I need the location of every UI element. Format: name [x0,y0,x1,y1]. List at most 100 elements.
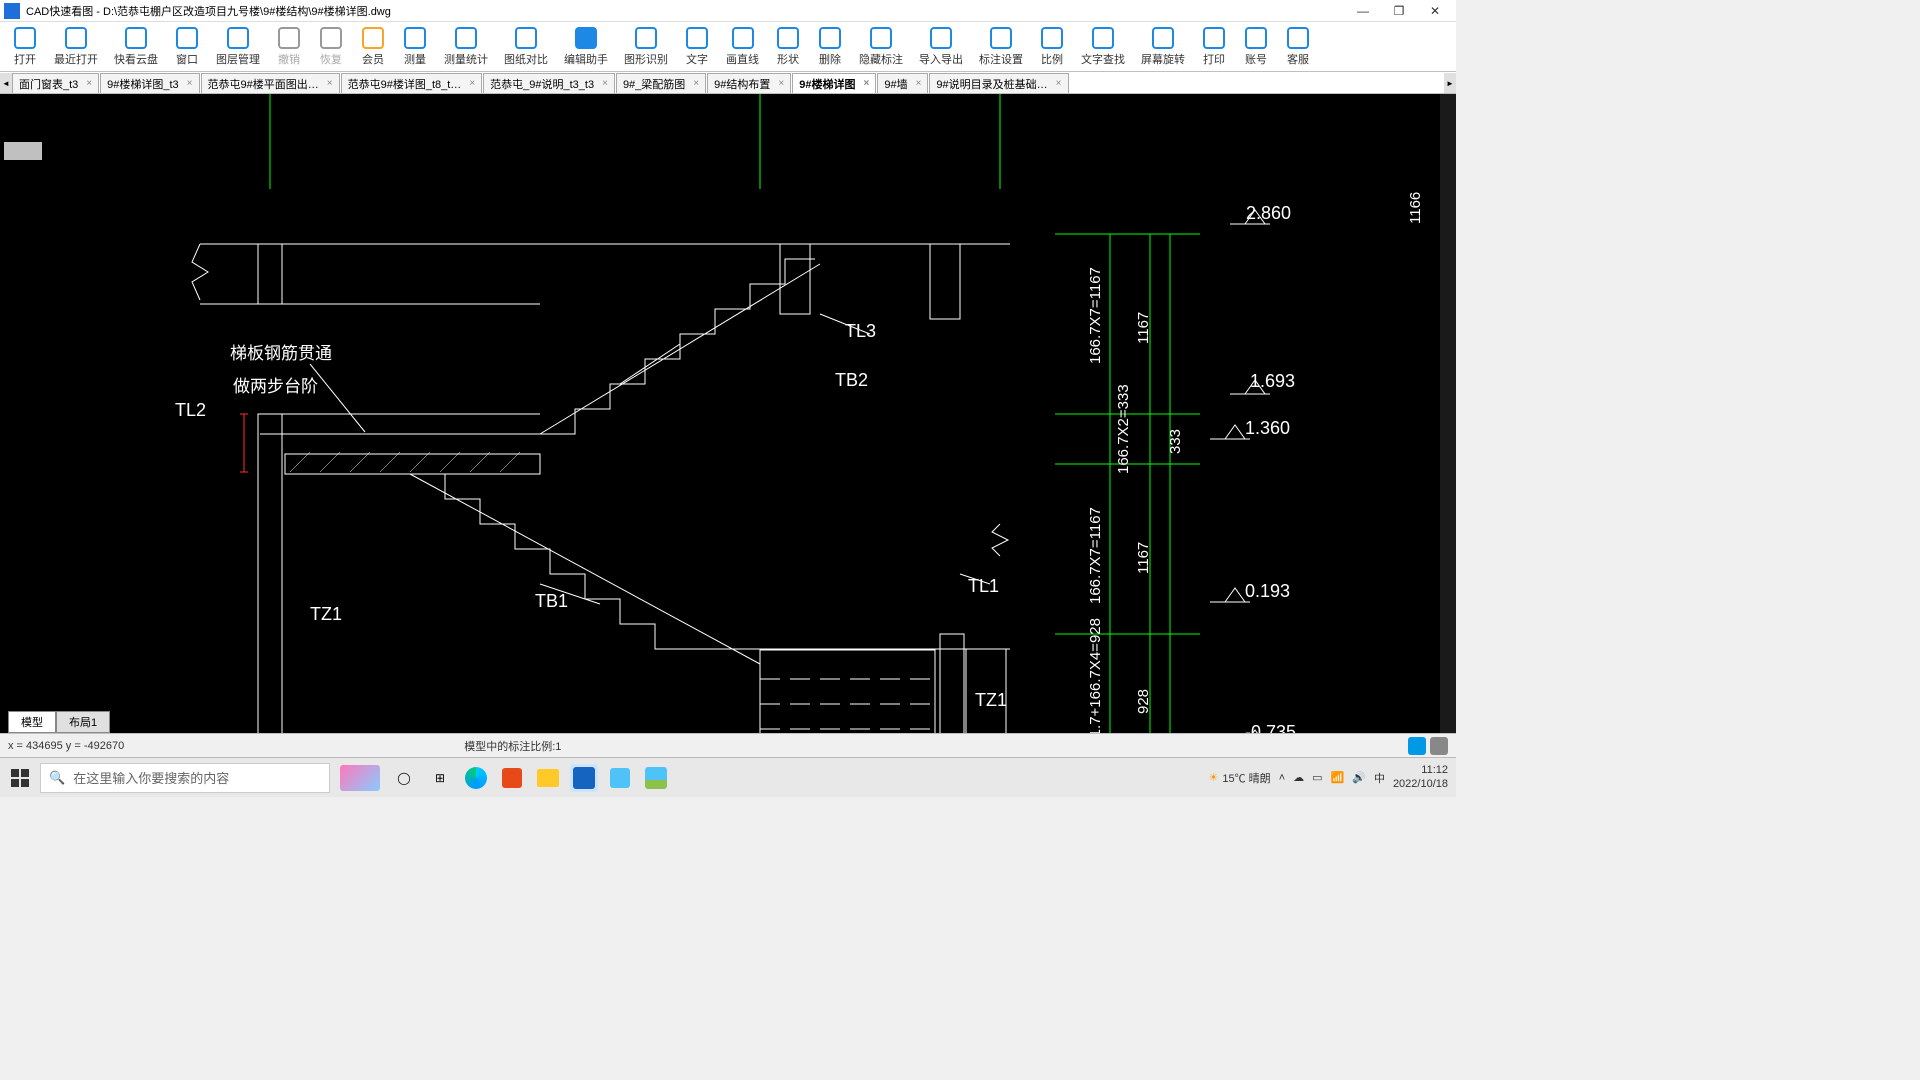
tab-label: 范恭屯_9#说明_t3_t3 [490,76,594,92]
doc-tab[interactable]: 范恭屯9#楼平面图出…× [201,73,340,93]
edithelp-icon [575,27,597,49]
toolbar-rotate[interactable]: 屏幕旋转 [1133,24,1193,69]
toolbar-line[interactable]: 画直线 [718,24,767,69]
toolbar-recent[interactable]: 最近打开 [46,24,106,69]
toolbar-redo[interactable]: 恢复 [310,24,352,69]
vip-label: 会员 [362,51,384,67]
doc-tab[interactable]: 范恭屯_9#说明_t3_t3 × [483,73,615,93]
tab-close-icon[interactable]: × [693,78,699,89]
taskbar-explorer[interactable] [534,764,562,792]
tab-close-icon[interactable]: × [778,78,784,89]
tab-layout1[interactable]: 布局1 [56,711,110,733]
toolbar-service[interactable]: 客服 [1277,24,1319,69]
toolbar-account[interactable]: 账号 [1235,24,1277,69]
delete-label: 删除 [819,51,841,67]
doc-tab[interactable]: 9#_梁配筋图× [616,73,706,93]
taskbar-taskview[interactable]: ◯ [390,764,418,792]
weather-widget[interactable]: ☀ 15℃ 晴朗 [1209,770,1271,786]
text-label: 文字 [686,51,708,67]
tab-scroll-left[interactable]: ◄ [0,73,12,93]
toolbar-print[interactable]: 打印 [1193,24,1235,69]
tray-wifi-icon[interactable]: 📶 [1331,771,1345,784]
rotate-icon [1152,27,1174,49]
minimize-button[interactable]: — [1354,2,1372,20]
windows-taskbar: 🔍 在这里输入你要搜索的内容 ◯ ⊞ ☀ 15℃ 晴朗 ˄ ☁ ▭ 📶 🔊 中 … [0,757,1456,797]
shape-icon [777,27,799,49]
toolbar-import[interactable]: 导入导出 [911,24,971,69]
taskbar-clock[interactable]: 11:12 2022/10/18 [1393,764,1448,790]
stats-label: 测量统计 [444,51,488,67]
toolbar-shape[interactable]: 形状 [767,24,809,69]
taskbar-search[interactable]: 🔍 在这里输入你要搜索的内容 [40,763,330,793]
maximize-button[interactable]: ❐ [1390,2,1408,20]
tab-close-icon[interactable]: × [327,78,333,89]
recent-icon [65,27,87,49]
tray-cloud-icon[interactable]: ☁ [1293,771,1304,784]
tab-close-icon[interactable]: × [469,78,475,89]
status-icon-1[interactable] [1408,737,1426,755]
doc-tab[interactable]: 面门窗表_t3× [12,73,99,93]
tab-close-icon[interactable]: × [1056,78,1062,89]
delete-icon [819,27,841,49]
compare-label: 图纸对比 [504,51,548,67]
ime-indicator[interactable]: 中 [1374,770,1385,786]
recent-label: 最近打开 [54,51,98,67]
taskbar-edge[interactable] [462,764,490,792]
svg-text:-0.735: -0.735 [1245,722,1296,733]
tab-close-icon[interactable]: × [86,78,92,89]
tab-close-icon[interactable]: × [187,78,193,89]
service-icon [1287,27,1309,49]
toolbar-annoset[interactable]: 标注设置 [971,24,1031,69]
toolbar-cloud[interactable]: 快看云盘 [106,24,166,69]
start-button[interactable] [0,758,40,798]
tab-scroll-right[interactable]: ► [1444,73,1456,93]
toolbar-hide[interactable]: 隐藏标注 [851,24,911,69]
doc-tab[interactable]: 9#楼梯详图× [792,73,876,93]
doc-tab[interactable]: 范恭屯9#楼详图_t8_t…× [341,73,483,93]
sun-icon: ☀ [1209,771,1219,784]
tab-close-icon[interactable]: × [916,78,922,89]
taskbar-cad[interactable] [570,764,598,792]
tab-model[interactable]: 模型 [8,711,56,733]
tab-close-icon[interactable]: × [602,78,608,89]
toolbar-text[interactable]: 文字 [676,24,718,69]
toolbar-compare[interactable]: 图纸对比 [496,24,556,69]
doc-tab[interactable]: 9#结构布置× [707,73,791,93]
toolbar-window[interactable]: 窗口 [166,24,208,69]
drawing-canvas[interactable]: TL2 TL3 TL1 TB1 TB2 TZ1 TZ1 梯板钢筋贯通 做两步台阶… [0,94,1456,733]
toolbar-edithelp[interactable]: 编辑助手 [556,24,616,69]
toolbar-open[interactable]: 打开 [4,24,46,69]
tray-volume-icon[interactable]: 🔊 [1352,771,1366,784]
svg-text:928: 928 [1135,689,1152,714]
toolbar-vip[interactable]: 会员 [352,24,394,69]
toolbar-findtext[interactable]: 文字查找 [1073,24,1133,69]
tray-battery-icon[interactable]: ▭ [1312,771,1322,784]
service-label: 客服 [1287,51,1309,67]
doc-tab[interactable]: 9#楼梯详图_t3× [100,73,199,93]
taskbar-photos[interactable] [642,764,670,792]
toolbar-undo[interactable]: 撤销 [268,24,310,69]
account-icon [1245,27,1267,49]
doc-tab[interactable]: 9#墙× [877,73,928,93]
toolbar-delete[interactable]: 删除 [809,24,851,69]
taskbar-cortana[interactable]: ⊞ [426,764,454,792]
toolbar-layer[interactable]: 图层管理 [208,24,268,69]
print-label: 打印 [1203,51,1225,67]
toolbar-stats[interactable]: 测量统计 [436,24,496,69]
line-icon [732,27,754,49]
svg-text:0.193: 0.193 [1245,581,1290,601]
ratio-label: 比例 [1041,51,1063,67]
tray-chevron-icon[interactable]: ˄ [1279,772,1285,784]
doc-tab[interactable]: 9#说明目录及桩基础…× [929,73,1068,93]
toolbar-ratio[interactable]: 比例 [1031,24,1073,69]
taskbar-office[interactable] [498,764,526,792]
status-icon-2[interactable] [1430,737,1448,755]
taskbar-news[interactable] [338,764,382,792]
tab-close-icon[interactable]: × [863,78,869,89]
compare-icon [515,27,537,49]
toolbar-recog[interactable]: 图形识别 [616,24,676,69]
toolbar-measure[interactable]: 测量 [394,24,436,69]
close-button[interactable]: ✕ [1426,2,1444,20]
taskbar-app1[interactable] [606,764,634,792]
svg-text:333: 333 [1167,429,1184,454]
